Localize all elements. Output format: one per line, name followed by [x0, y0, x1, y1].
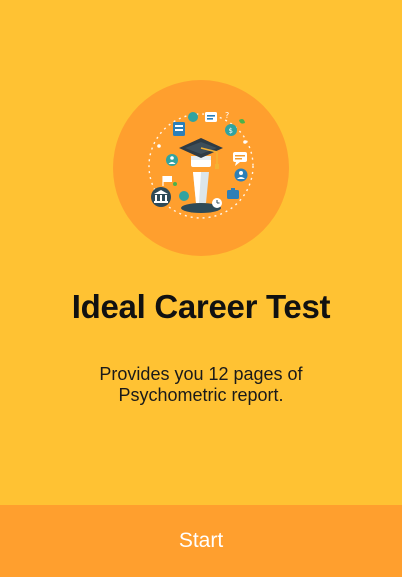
app-title: Ideal Career Test — [71, 288, 331, 325]
graduation-cap-career-icon: ? $ — [148, 111, 254, 219]
hero-illustration: ? $ — [113, 80, 289, 256]
description-line-1: Provides you 12 pages of — [99, 364, 303, 384]
description-line-2: Psychometric report. — [118, 385, 284, 405]
svg-text:$: $ — [229, 127, 233, 135]
description-text: Provides you 12 pages of Psychometric re… — [40, 364, 362, 406]
svg-text:?: ? — [225, 111, 229, 120]
career-test-screen: ? $ Ideal Career Test Provides you 12 pa… — [0, 0, 402, 577]
start-button[interactable]: Start — [0, 505, 402, 577]
